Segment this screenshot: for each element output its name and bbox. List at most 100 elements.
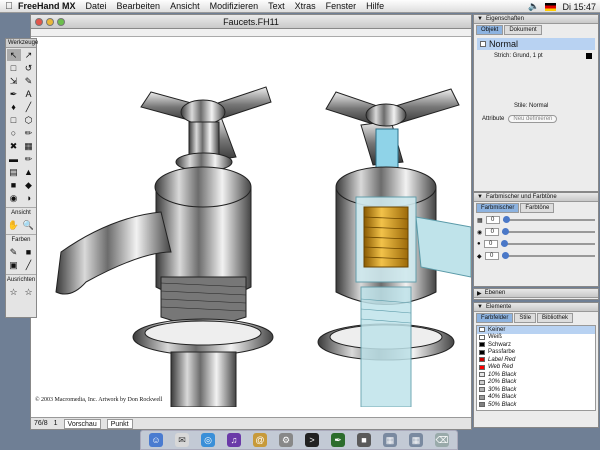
trash-icon[interactable]: ⌫ [435, 433, 449, 447]
menu-text[interactable]: Text [268, 1, 285, 11]
tab-farbfelder[interactable]: Farbfelder [476, 313, 514, 323]
pencil-tool-icon[interactable]: ✏ [22, 127, 36, 139]
collapse-triangle-icon[interactable]: ▼ [477, 304, 483, 310]
zoom-tool-icon[interactable]: 🔍 [22, 219, 36, 231]
mixer-value-2[interactable]: 0 [485, 228, 500, 236]
page-tool-icon[interactable]: □ [7, 62, 21, 74]
pen-tool-icon[interactable]: ✒ [7, 88, 21, 100]
blend-tool-icon[interactable]: ■ [7, 179, 21, 191]
app-menu[interactable]: FreeHand MX [18, 1, 76, 11]
trace-tool-icon[interactable]: ▦ [22, 140, 36, 152]
menu-xtras[interactable]: Xtras [295, 1, 316, 11]
tab-farbmischer[interactable]: Farbmischer [476, 203, 520, 213]
volume-icon[interactable]: 🔈 [528, 1, 539, 12]
menu-ansicht[interactable]: Ansicht [170, 1, 200, 11]
terminal-icon[interactable]: > [305, 433, 319, 447]
swatch-item[interactable]: 10% Black [477, 371, 595, 379]
mixer-value-1[interactable]: 0 [485, 216, 500, 224]
units-select[interactable]: Punkt [106, 418, 133, 429]
swatch-item[interactable]: Schwarz [477, 341, 595, 349]
swatch-item[interactable]: 50% Black [477, 401, 595, 409]
rectangle-tool-icon[interactable]: □ [7, 114, 21, 126]
swatch-item[interactable]: 40% Black [477, 394, 595, 402]
subselect-tool-icon[interactable]: ↗ [22, 49, 36, 61]
menu-modifizieren[interactable]: Modifizieren [210, 1, 259, 11]
app-icon[interactable]: ■ [357, 433, 371, 447]
mixer-mode-icon[interactable]: ● [477, 241, 481, 247]
ellipse-tool-icon[interactable]: ○ [7, 127, 21, 139]
swatch-item[interactable]: Web Red [477, 364, 595, 372]
envelope-tool-icon[interactable]: ◆ [22, 179, 36, 191]
text-tool-icon[interactable]: A [22, 88, 36, 100]
define-button[interactable]: Neu definieren [508, 115, 558, 123]
mixer-mode-icon[interactable]: ◉ [477, 229, 482, 236]
menu-datei[interactable]: Datei [86, 1, 107, 11]
menu-clock[interactable]: Di 15:47 [562, 2, 596, 12]
page-field[interactable]: 1 [54, 420, 58, 427]
fisheye-tool-icon[interactable]: ◑ [22, 192, 36, 204]
hand-tool-icon[interactable]: ✋ [7, 219, 21, 231]
bezigon-tool-icon[interactable]: ♦ [7, 101, 21, 113]
properties-panel-header[interactable]: ▼ Eigenschaften [474, 15, 598, 24]
line-tool-icon[interactable]: ╱ [22, 101, 36, 113]
stroke-row[interactable]: Strich: Grund, 1 pt [474, 52, 598, 60]
swatch-item[interactable]: 20% Black [477, 379, 595, 387]
toolbox-title[interactable]: Werkzeuge [6, 39, 38, 48]
mixer-value-4[interactable]: 0 [484, 252, 499, 260]
swatch-item[interactable]: Label Red [477, 356, 595, 364]
keyboard-flag-icon[interactable] [545, 2, 557, 11]
brush-tool-icon[interactable]: ✏ [22, 153, 36, 165]
align-left-icon[interactable]: ☆ [7, 286, 21, 298]
polygon-tool-icon[interactable]: ⬡ [22, 114, 36, 126]
mixer-mode-icon[interactable]: ◆ [477, 253, 482, 260]
no-color-icon[interactable]: ╱ [22, 259, 36, 271]
browser-icon[interactable]: ◎ [201, 433, 215, 447]
tab-dokument[interactable]: Dokument [504, 25, 542, 35]
tab-objekt[interactable]: Objekt [476, 25, 504, 35]
menu-fenster[interactable]: Fenster [326, 1, 357, 11]
collapse-triangle-icon[interactable]: ▼ [477, 16, 483, 22]
align-right-icon[interactable]: ☆ [22, 286, 36, 298]
fill-row[interactable]: Normal [477, 38, 595, 50]
lasso-tool-icon[interactable]: ↺ [22, 62, 36, 74]
color-mixer-header[interactable]: ▼ Farbmischer und Farbtöne [474, 193, 598, 202]
pointer-tool-icon[interactable]: ↖ [6, 49, 21, 61]
preferences-icon[interactable]: ⚙ [279, 433, 293, 447]
knife-tool-icon[interactable]: ✖ [7, 140, 21, 152]
mixer-slider-3[interactable] [500, 240, 595, 247]
collapse-triangle-icon[interactable]: ▼ [477, 194, 483, 200]
apple-menu-icon[interactable]:  [0, 1, 18, 12]
horizontal-ruler[interactable] [31, 29, 471, 37]
tab-bibliothek[interactable]: Bibliothek [537, 313, 574, 323]
view-mode-select[interactable]: Vorschau [63, 418, 101, 429]
tab-farbtoene[interactable]: Farbtöne [520, 203, 555, 213]
mixer-slider-1[interactable] [502, 216, 595, 223]
shadow-tool-icon[interactable]: ◉ [7, 192, 21, 204]
scale-tool-icon[interactable]: ⇲ [7, 75, 21, 87]
default-colors-icon[interactable]: ▣ [7, 259, 21, 271]
mixer-slider-2[interactable] [502, 228, 595, 235]
eyedropper-tool-icon[interactable]: ✎ [22, 75, 36, 87]
mail-icon[interactable]: ✉ [175, 433, 189, 447]
chart-tool-icon[interactable]: ▲ [22, 166, 36, 178]
itunes-icon[interactable]: ♫ [227, 433, 241, 447]
swatch-item[interactable]: Weiß [477, 334, 595, 342]
minimized-window-icon[interactable]: ▦ [409, 433, 423, 447]
tab-stile[interactable]: Stile [514, 313, 537, 323]
finder-icon[interactable]: ☺ [149, 433, 163, 447]
mixer-value-3[interactable]: 0 [483, 240, 498, 248]
menu-bearbeiten[interactable]: Bearbeiten [117, 1, 161, 11]
drawing-canvas[interactable]: © 2003 Macromedia, Inc. Artwork by Don R… [31, 37, 471, 407]
swatch-list[interactable]: Keiner Weiß Schwarz Passfarbe Label Red Web R… [476, 325, 596, 411]
freehand-icon[interactable]: ✒ [331, 433, 345, 447]
minimized-window-icon[interactable]: ▦ [383, 433, 397, 447]
address-book-icon[interactable]: @ [253, 433, 267, 447]
stroke-color-icon[interactable]: ✎ [7, 246, 21, 258]
swatch-item[interactable]: Keiner [477, 326, 595, 334]
graph-tool-icon[interactable]: ▤ [7, 166, 21, 178]
mixer-slider-4[interactable] [501, 252, 595, 259]
swatch-item[interactable]: Passfarbe [477, 349, 595, 357]
menu-hilfe[interactable]: Hilfe [366, 1, 384, 11]
expand-triangle-icon[interactable]: ▶ [477, 290, 482, 297]
document-titlebar[interactable]: Faucets.FH11 [31, 15, 471, 29]
